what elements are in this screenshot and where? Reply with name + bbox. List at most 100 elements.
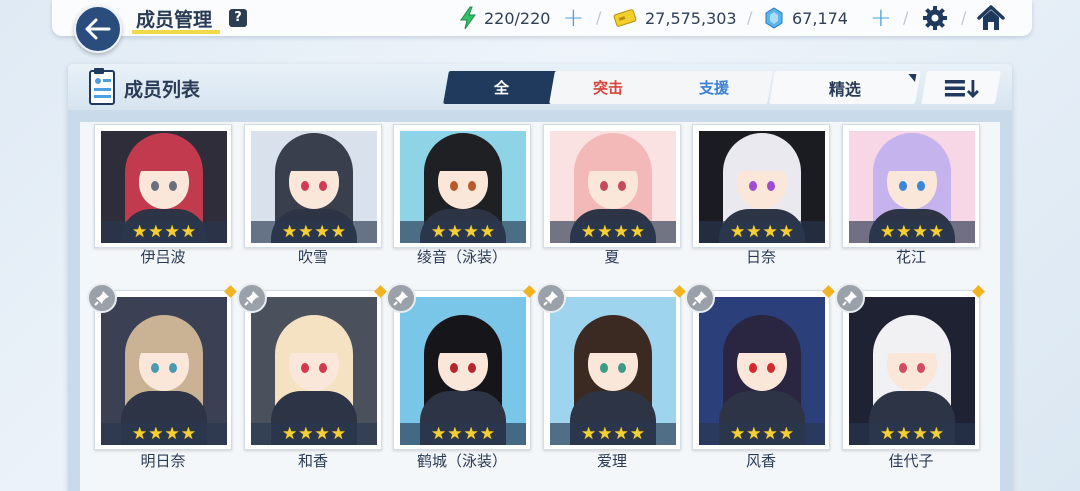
student-name: 吹雪 (297, 248, 328, 266)
pin-icon[interactable] (87, 283, 117, 313)
tab-label: 支援 (698, 79, 729, 97)
bangs-shape (584, 327, 642, 353)
student-name: 绫音（泳装） (416, 248, 507, 266)
star-icon: ★ (613, 424, 629, 444)
star-icon: ★ (132, 424, 148, 444)
eye-shape (600, 181, 608, 191)
pin-icon[interactable] (536, 283, 566, 313)
pin-icon[interactable] (386, 283, 416, 313)
star-icon: ★ (762, 424, 778, 444)
eye-shape (899, 363, 907, 373)
credit-value: 27,575,303 (645, 8, 737, 28)
star-icon: ★ (928, 424, 944, 444)
separator: / (961, 8, 967, 27)
eye-shape (301, 363, 309, 373)
tab-striker[interactable]: 突击 (549, 71, 667, 104)
star-rating: ★ ★ ★ ★ (550, 423, 676, 445)
star-icon: ★ (912, 222, 928, 242)
pyroxene-value: 67,174 (792, 8, 848, 28)
star-rating: ★ ★ ★ ★ (849, 221, 975, 243)
star-icon: ★ (314, 424, 330, 444)
card-frame: ★ ★ ★ ★ (237, 283, 387, 450)
pin-icon[interactable] (835, 283, 865, 313)
dropdown-corner-icon (906, 74, 917, 82)
student-portrait: ★ ★ ★ ★ (251, 297, 377, 445)
student-portrait: ★ ★ ★ ★ (400, 131, 526, 243)
separator: / (903, 8, 909, 27)
star-icon: ★ (298, 424, 314, 444)
eye-shape (899, 181, 907, 191)
star-icon: ★ (164, 424, 180, 444)
star-icon: ★ (330, 424, 346, 444)
star-rating: ★ ★ ★ ★ (699, 423, 825, 445)
bangs-shape (434, 145, 492, 171)
card-frame: ★ ★ ★ ★ (536, 283, 686, 450)
star-rating: ★ ★ ★ ★ (101, 423, 227, 445)
star-icon: ★ (597, 222, 613, 242)
student-portrait: ★ ★ ★ ★ (849, 131, 975, 243)
star-icon: ★ (880, 424, 896, 444)
gear-icon[interactable] (922, 5, 948, 31)
bangs-shape (434, 327, 492, 353)
star-icon: ★ (447, 424, 463, 444)
help-icon[interactable]: ? (229, 9, 247, 27)
card-frame: ★ ★ ★ ★ (692, 124, 830, 248)
home-icon[interactable] (976, 4, 1006, 32)
eye-shape (450, 363, 458, 373)
star-icon: ★ (479, 424, 495, 444)
student-portrait: ★ ★ ★ ★ (699, 297, 825, 445)
star-icon: ★ (180, 222, 196, 242)
eye-shape (319, 363, 327, 373)
pyroxene-plus-button[interactable]: + (870, 5, 892, 31)
bangs-shape (584, 145, 642, 171)
star-icon: ★ (778, 424, 794, 444)
tab-special[interactable]: 支援 (655, 71, 773, 104)
pyroxene-icon (765, 7, 783, 29)
tab-label: 全 (494, 79, 510, 97)
pyroxene-resource: 67,174 + (764, 5, 892, 31)
ap-plus-button[interactable]: + (562, 5, 584, 31)
student-portrait: ★ ★ ★ ★ (101, 297, 227, 445)
star-icon: ★ (463, 424, 479, 444)
card-frame: ★ ★ ★ ★ (835, 283, 985, 450)
star-icon: ★ (912, 424, 928, 444)
ap-value: 220/220 (484, 8, 551, 28)
star-icon: ★ (778, 222, 794, 242)
star-icon: ★ (928, 222, 944, 242)
card-frame: ★ ★ ★ ★ (543, 124, 681, 248)
student-name: 伊吕波 (140, 248, 186, 266)
star-icon: ★ (896, 424, 912, 444)
bangs-shape (135, 327, 193, 353)
star-icon: ★ (762, 222, 778, 242)
student-portrait: ★ ★ ★ ★ (101, 131, 227, 243)
separator: / (596, 8, 602, 27)
tab-label: 突击 (592, 79, 623, 97)
arrow-left-icon (85, 18, 111, 40)
star-icon: ★ (581, 222, 597, 242)
eye-shape (917, 181, 925, 191)
eye-shape (767, 181, 775, 191)
back-button[interactable] (74, 5, 122, 53)
bangs-shape (285, 145, 343, 171)
sort-button[interactable] (921, 71, 1001, 104)
star-icon: ★ (431, 424, 447, 444)
eye-shape (301, 181, 309, 191)
star-rating: ★ ★ ★ ★ (550, 221, 676, 243)
tab-all[interactable]: 全 (443, 71, 561, 104)
star-icon: ★ (896, 222, 912, 242)
star-icon: ★ (164, 222, 180, 242)
bangs-shape (883, 145, 941, 171)
star-icon: ★ (282, 222, 298, 242)
filter-button[interactable]: 精选 (769, 71, 921, 104)
star-icon: ★ (148, 424, 164, 444)
pin-icon[interactable] (237, 283, 267, 313)
star-icon: ★ (447, 222, 463, 242)
star-icon: ★ (330, 222, 346, 242)
star-rating: ★ ★ ★ ★ (400, 221, 526, 243)
ap-resource: 220/220 + (458, 5, 584, 31)
star-icon: ★ (298, 222, 314, 242)
pin-icon[interactable] (685, 283, 715, 313)
card-frame: ★ ★ ★ ★ (244, 124, 382, 248)
eye-shape (151, 363, 159, 373)
student-portrait: ★ ★ ★ ★ (251, 131, 377, 243)
